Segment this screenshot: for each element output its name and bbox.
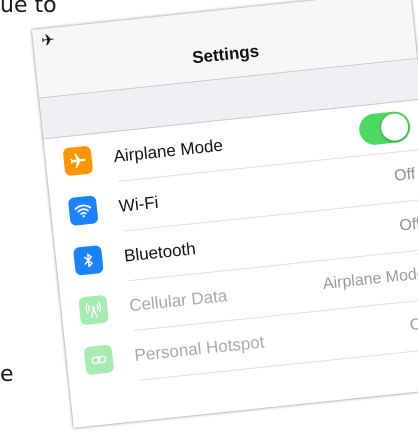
airplane-icon: ✈ xyxy=(40,29,56,51)
settings-screen: ✈ Settings Airplane Mode Wi-Fi Off Bluet… xyxy=(32,0,418,428)
row-value: Airplane Mode xyxy=(322,265,418,293)
row-value: Off xyxy=(393,165,417,185)
hotspot-icon xyxy=(83,344,115,376)
airplane-mode-toggle[interactable] xyxy=(357,110,412,147)
row-label: Wi-Fi xyxy=(117,192,160,216)
background-text-left: ue to xyxy=(0,0,57,18)
row-label: Bluetooth xyxy=(123,239,197,266)
airplane-icon xyxy=(62,145,94,177)
background-text-left-bottom: e xyxy=(0,362,14,387)
row-label: Cellular Data xyxy=(128,286,229,316)
antenna-icon xyxy=(78,294,110,326)
row-value: Off xyxy=(409,314,418,335)
bluetooth-icon xyxy=(73,244,104,276)
wifi-icon xyxy=(67,195,99,227)
row-label: Personal Hotspot xyxy=(133,332,266,366)
toggle-knob xyxy=(379,112,410,142)
row-label: Airplane Mode xyxy=(112,135,224,167)
settings-list: Airplane Mode Wi-Fi Off Bluetooth Off Ce… xyxy=(43,100,418,388)
row-value: Off xyxy=(398,215,418,235)
